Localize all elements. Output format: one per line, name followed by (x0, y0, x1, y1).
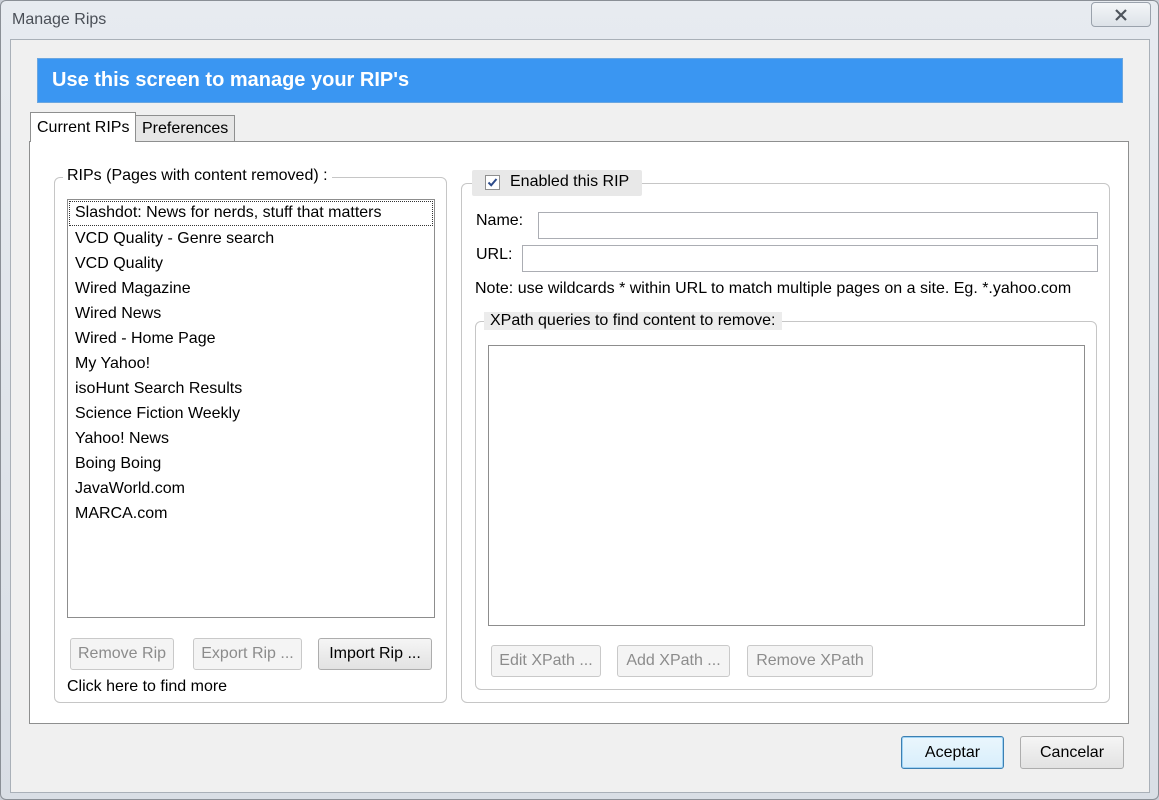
remove-xpath-button[interactable]: Remove XPath (747, 645, 873, 677)
list-item[interactable]: Wired - Home Page (68, 326, 434, 351)
list-item[interactable]: Science Fiction Weekly (68, 401, 434, 426)
list-item[interactable]: isoHunt Search Results (68, 376, 434, 401)
cancel-button[interactable]: Cancelar (1020, 736, 1124, 769)
tab-label: Current RIPs (37, 118, 130, 136)
checkmark-icon (487, 178, 498, 187)
dialog-client-area: Use this screen to manage your RIP's Cur… (10, 39, 1150, 793)
tab-current-rips[interactable]: Current RIPs (30, 112, 137, 142)
list-item[interactable]: VCD Quality (68, 251, 434, 276)
enabled-rip-checkbox[interactable] (485, 175, 500, 190)
rips-group: RIPs (Pages with content removed) : Slas… (54, 167, 447, 703)
wildcard-note: Note: use wildcards * within URL to matc… (475, 280, 1072, 297)
list-item[interactable]: Boing Boing (68, 451, 434, 476)
title-bar[interactable]: Manage Rips (1, 1, 1158, 39)
add-xpath-button[interactable]: Add XPath ... (617, 645, 730, 677)
header-banner: Use this screen to manage your RIP's (37, 58, 1123, 103)
button-label: Remove Rip (77, 645, 167, 662)
rip-details-group: Enabled this RIP Name: URL: Note: use wi… (461, 170, 1110, 703)
name-input[interactable] (538, 212, 1098, 239)
url-input[interactable] (522, 245, 1098, 272)
find-more-link[interactable]: Click here to find more (67, 678, 227, 696)
name-label: Name: (476, 212, 524, 229)
button-label: Import Rip ... (329, 645, 421, 662)
list-item[interactable]: Slashdot: News for nerds, stuff that mat… (69, 201, 433, 226)
rips-group-caption: RIPs (Pages with content removed) : (63, 167, 332, 185)
enabled-rip-caption[interactable]: Enabled this RIP (472, 170, 642, 196)
list-item[interactable]: MARCA.com (68, 501, 434, 526)
tab-preferences[interactable]: Preferences (135, 115, 236, 141)
enabled-rip-label: Enabled this RIP (510, 173, 630, 190)
close-button[interactable] (1091, 2, 1151, 27)
accept-button[interactable]: Aceptar (901, 736, 1004, 769)
button-label: Remove XPath (756, 652, 864, 669)
button-label: Aceptar (924, 743, 981, 761)
list-item[interactable]: My Yahoo! (68, 351, 434, 376)
current-rips-panel: RIPs (Pages with content removed) : Slas… (29, 141, 1129, 724)
list-item[interactable]: Wired News (68, 301, 434, 326)
button-label: Edit XPath ... (499, 652, 593, 669)
window-title: Manage Rips (12, 11, 107, 28)
manage-rips-window: Manage Rips Use this screen to manage yo… (0, 0, 1159, 800)
xpath-group-caption: XPath queries to find content to remove: (484, 312, 782, 330)
xpath-list[interactable] (488, 345, 1085, 626)
xpath-group: XPath queries to find content to remove:… (475, 312, 1097, 690)
tab-label: Preferences (142, 119, 229, 137)
export-rip-button[interactable]: Export Rip ... (193, 638, 302, 670)
button-label: Add XPath ... (626, 652, 721, 669)
button-label: Cancelar (1039, 743, 1105, 761)
banner-text: Use this screen to manage your RIP's (52, 69, 410, 91)
close-icon (1115, 8, 1127, 21)
list-item[interactable]: JavaWorld.com (68, 476, 434, 501)
edit-xpath-button[interactable]: Edit XPath ... (491, 645, 601, 677)
list-item[interactable]: Wired Magazine (68, 276, 434, 301)
import-rip-button[interactable]: Import Rip ... (318, 638, 432, 670)
button-label: Export Rip ... (201, 645, 294, 662)
remove-rip-button[interactable]: Remove Rip (70, 638, 174, 670)
list-item[interactable]: VCD Quality - Genre search (68, 226, 434, 251)
rips-list[interactable]: Slashdot: News for nerds, stuff that mat… (67, 199, 435, 618)
url-label: URL: (476, 246, 513, 263)
list-item[interactable]: Yahoo! News (68, 426, 434, 451)
